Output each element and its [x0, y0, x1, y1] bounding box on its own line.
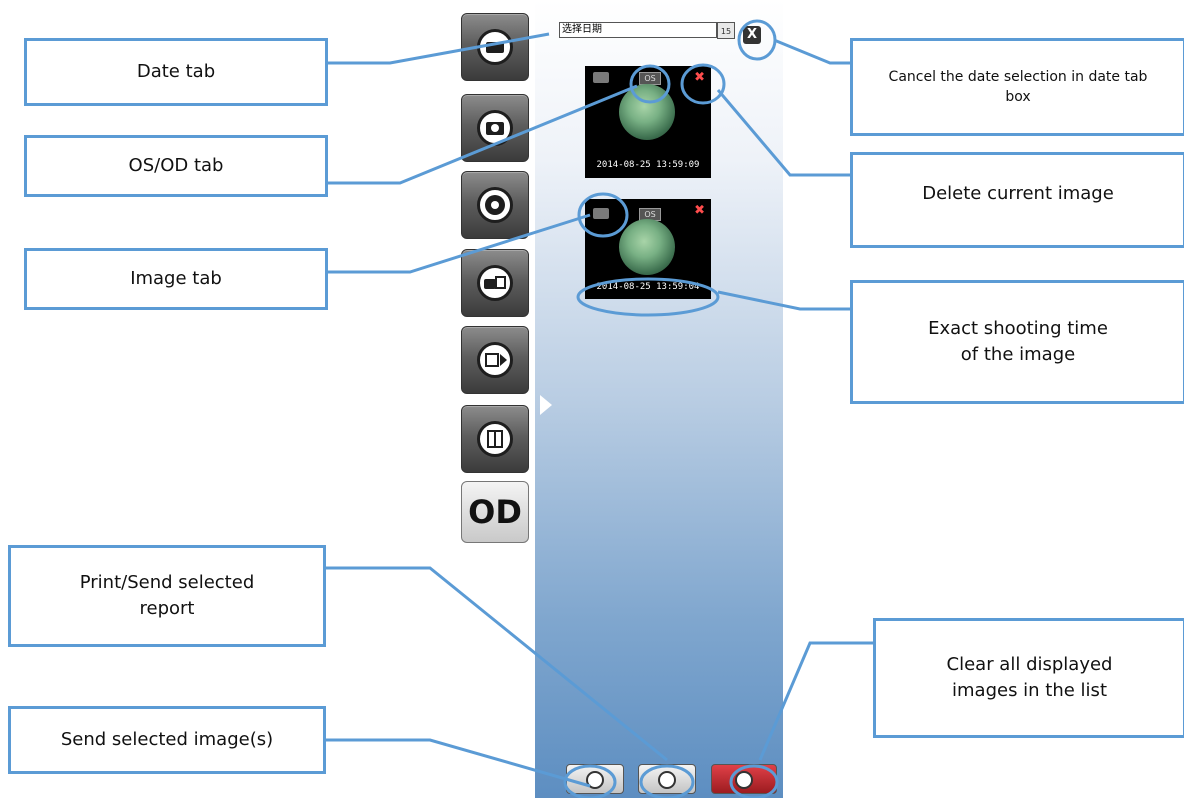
camera-tab-button[interactable]: [461, 94, 529, 162]
date-tab-button[interactable]: [461, 13, 529, 81]
callout-clear-images: Clear all displayed images in the list: [873, 618, 1184, 738]
od-toggle-button[interactable]: OD: [461, 481, 529, 543]
callout-os-od-tab: OS/OD tab: [24, 135, 328, 197]
mail-icon: [586, 771, 604, 789]
callout-image-tab: Image tab: [24, 248, 328, 310]
callout-send-images: Send selected image(s): [8, 706, 326, 774]
compare-icon: [477, 421, 513, 457]
fundus-image: [619, 84, 675, 140]
camera-icon[interactable]: [593, 208, 609, 219]
export-image-tab-button[interactable]: [461, 326, 529, 394]
timestamp: 2014-08-25 13:59:04: [596, 282, 700, 292]
compare-tab-button[interactable]: [461, 405, 529, 473]
delete-icon[interactable]: ✖: [694, 71, 705, 84]
callout-shooting-time: Exact shooting time of the image: [850, 280, 1184, 404]
calendar-icon[interactable]: 15: [717, 22, 735, 39]
callout-cancel-date: Cancel the date selection in date tab bo…: [850, 38, 1184, 136]
cancel-date-button[interactable]: X: [743, 26, 761, 44]
camera-icon: [477, 110, 513, 146]
export-image-icon: [477, 342, 513, 378]
date-select-input[interactable]: 选择日期: [559, 22, 717, 38]
print-icon: [658, 771, 676, 789]
callout-date-tab: Date tab: [24, 38, 328, 106]
callout-delete-image: Delete current image: [850, 152, 1184, 248]
trash-icon: [735, 771, 753, 789]
callout-print-send-report: Print/Send selected report: [8, 545, 326, 647]
import-icon: [477, 265, 513, 301]
print-report-button[interactable]: [638, 764, 696, 794]
timestamp: 2014-08-25 13:59:09: [596, 160, 700, 170]
send-image-button[interactable]: [566, 764, 624, 794]
date-icon: [477, 29, 513, 65]
image-thumbnail[interactable]: OS ✖ 2014-08-25 13:59:04: [585, 199, 711, 299]
settings-icon: [477, 187, 513, 223]
delete-icon[interactable]: ✖: [694, 204, 705, 217]
fundus-image: [619, 219, 675, 275]
clear-all-button[interactable]: [711, 764, 777, 794]
expand-arrow-icon[interactable]: [540, 395, 552, 415]
settings-tab-button[interactable]: [461, 171, 529, 239]
camera-icon[interactable]: [593, 72, 609, 83]
eye-badge[interactable]: OS: [639, 72, 661, 85]
image-thumbnail[interactable]: OS ✖ 2014-08-25 13:59:09: [585, 66, 711, 178]
import-tab-button[interactable]: [461, 249, 529, 317]
